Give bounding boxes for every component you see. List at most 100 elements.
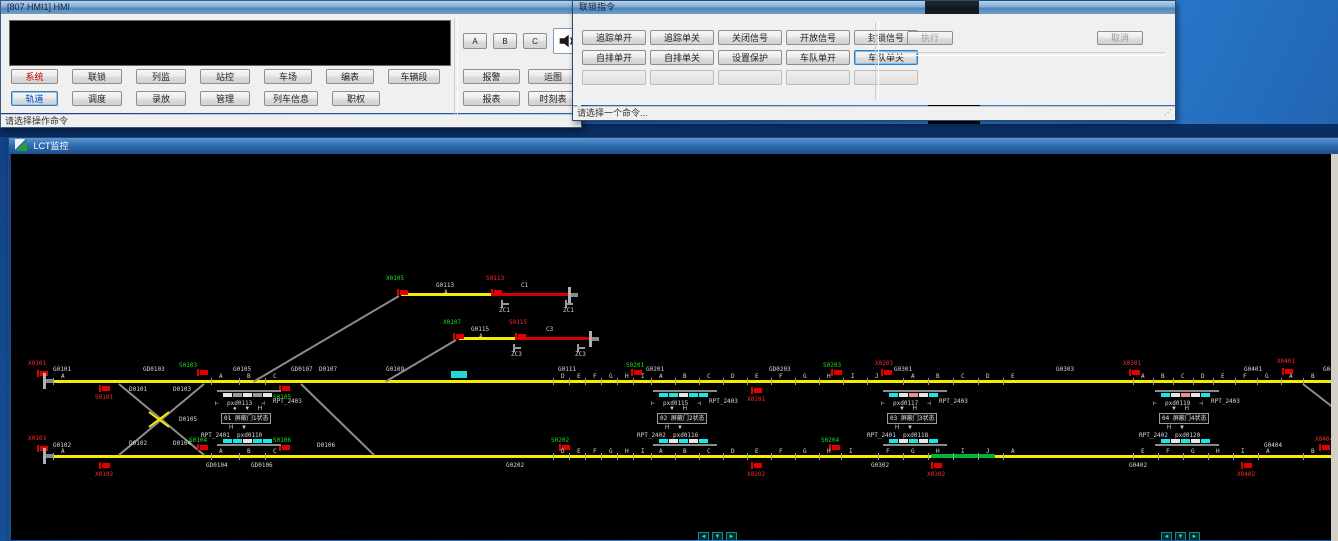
command-button-车队单开[interactable]: 车队单开 xyxy=(786,50,850,65)
tool-button-报警[interactable]: 报警 xyxy=(463,69,520,84)
section-tick xyxy=(1258,453,1259,460)
lct-titlebar[interactable]: LCT监控 xyxy=(9,138,1338,154)
section-letter: F xyxy=(779,448,783,455)
mode-button-站控[interactable]: 站控 xyxy=(200,69,250,84)
section-letter: A xyxy=(1289,373,1293,380)
station-box[interactable]: 03 屏蔽门3状态 xyxy=(887,413,937,424)
mode-button-编表[interactable]: 编表 xyxy=(326,69,374,84)
mode-button-车辆段[interactable]: 车辆段 xyxy=(388,69,440,84)
section-letter: B xyxy=(247,373,251,380)
command-button-开放信号[interactable]: 开放信号 xyxy=(786,30,850,45)
station-box[interactable]: 01 屏蔽门1状态 xyxy=(221,413,271,424)
platform-block xyxy=(929,393,938,397)
mode-button-调度[interactable]: 调度 xyxy=(72,91,122,106)
tool-button-时刻表[interactable]: 时刻表 xyxy=(528,91,578,106)
signal-icon[interactable] xyxy=(453,333,464,340)
signal-icon[interactable] xyxy=(397,289,408,296)
channel-button-C[interactable]: C xyxy=(523,33,547,49)
nav-arrow-icon[interactable]: ▼ xyxy=(712,532,723,540)
track-label: G0111 xyxy=(558,366,576,373)
command-button-自排单开[interactable]: 自排单开 xyxy=(582,50,646,65)
track-segment[interactable] xyxy=(43,380,1331,383)
section-tick xyxy=(1233,453,1234,460)
signal-icon[interactable] xyxy=(881,369,892,376)
signal-icon[interactable] xyxy=(751,462,762,469)
section-letter: H xyxy=(625,373,629,380)
platform-block xyxy=(243,393,252,397)
psd-arrow-right: ⊣ xyxy=(697,400,701,407)
mode-button-label: 车辆段 xyxy=(400,72,427,82)
section-letter: G xyxy=(1265,373,1269,380)
section-tick xyxy=(1133,453,1134,460)
dialog-titlebar[interactable]: 联锁指令 x xyxy=(573,1,1175,14)
section-tick xyxy=(878,453,879,460)
command-button-自排单关[interactable]: 自排单关 xyxy=(650,50,714,65)
platform-block xyxy=(223,439,232,443)
tool-button-报表[interactable]: 报表 xyxy=(463,91,520,106)
section-letter: E xyxy=(755,448,759,455)
command-button-设置保护[interactable]: 设置保护 xyxy=(718,50,782,65)
track-segment[interactable] xyxy=(43,455,1331,458)
section-letter: D xyxy=(561,448,565,455)
nav-arrow-icon[interactable]: ◄ xyxy=(1161,532,1172,540)
platform-block xyxy=(929,439,938,443)
signal-icon[interactable] xyxy=(491,289,502,296)
track-segment[interactable] xyxy=(515,337,591,340)
station-box[interactable]: 02 屏蔽门2状态 xyxy=(657,413,707,424)
signal-icon[interactable] xyxy=(197,444,208,451)
signal-icon[interactable] xyxy=(751,387,762,394)
command-button-追踪单开[interactable]: 追踪单开 xyxy=(582,30,646,45)
nav-arrow-icon[interactable]: ► xyxy=(1189,532,1200,540)
cancel-button[interactable]: 取消 xyxy=(1097,31,1143,45)
track-segment[interactable] xyxy=(451,371,467,378)
platform-block xyxy=(1201,439,1210,443)
mode-button-职权[interactable]: 职权 xyxy=(332,91,380,106)
signal-icon[interactable] xyxy=(931,462,942,469)
track-label: GD0107 xyxy=(291,366,313,373)
signal-icon[interactable] xyxy=(197,369,208,376)
lct-window-icon xyxy=(15,139,27,154)
section-letter: E xyxy=(577,448,581,455)
signal-icon[interactable] xyxy=(99,462,110,469)
signal-icon[interactable] xyxy=(1129,369,1140,376)
track-diagonal[interactable] xyxy=(300,383,374,455)
track-diagonal[interactable] xyxy=(384,339,456,383)
nav-arrow-icon[interactable]: ► xyxy=(726,532,737,540)
execute-button[interactable]: 执行 xyxy=(907,31,953,45)
station-box[interactable]: 04 屏蔽门4状态 xyxy=(1159,413,1209,424)
nav-arrow-icon[interactable]: ▼ xyxy=(1175,532,1186,540)
signal-icon[interactable] xyxy=(831,369,842,376)
mode-button-列车信息[interactable]: 列车信息 xyxy=(264,91,318,106)
mode-button-录放[interactable]: 录放 xyxy=(136,91,186,106)
signal-icon[interactable] xyxy=(1319,444,1330,451)
section-tick xyxy=(953,453,954,460)
mode-button-列监[interactable]: 列监 xyxy=(136,69,186,84)
command-button-追踪单关[interactable]: 追踪单关 xyxy=(650,30,714,45)
track-segment[interactable] xyxy=(493,293,570,296)
signal-icon[interactable] xyxy=(99,385,110,392)
tool-button-运图[interactable]: 运图 xyxy=(528,69,578,84)
mode-button-轨道[interactable]: 轨道 xyxy=(11,91,58,106)
platform-block xyxy=(689,393,698,397)
track-segment[interactable] xyxy=(459,337,515,340)
section-letter: F xyxy=(779,373,783,380)
mode-button-车场[interactable]: 车场 xyxy=(264,69,312,84)
signal-icon[interactable] xyxy=(515,333,526,340)
main-window-titlebar[interactable]: [807 HMI1] HMI xyxy=(1,1,581,14)
nav-arrow-icon[interactable]: ◄ xyxy=(698,532,709,540)
section-tick xyxy=(819,378,820,385)
command-button-empty xyxy=(786,70,850,85)
lct-right-border[interactable] xyxy=(1331,154,1338,541)
track-label: G0113 xyxy=(436,282,454,289)
resize-grip[interactable]: ⋰ xyxy=(1164,106,1172,119)
mode-button-系统[interactable]: 系统 xyxy=(11,69,58,84)
mode-button-联锁[interactable]: 联锁 xyxy=(72,69,122,84)
channel-button-B[interactable]: B xyxy=(493,33,517,49)
execute-label: 执行 xyxy=(921,33,939,43)
track-diagonal[interactable] xyxy=(1302,383,1331,413)
track-label: D0101 xyxy=(129,386,147,393)
signal-icon[interactable] xyxy=(1241,462,1252,469)
command-button-关闭信号[interactable]: 关闭信号 xyxy=(718,30,782,45)
mode-button-管理[interactable]: 管理 xyxy=(200,91,250,106)
channel-button-A[interactable]: A xyxy=(463,33,487,49)
